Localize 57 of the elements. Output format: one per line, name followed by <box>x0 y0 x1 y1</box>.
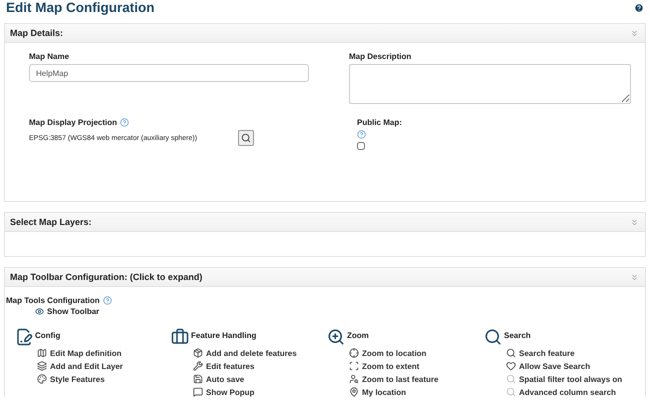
crosshair-icon <box>349 348 359 358</box>
search-icon <box>484 328 502 346</box>
palette-icon <box>37 374 47 384</box>
tool-option[interactable]: Search feature <box>519 348 575 358</box>
search-icon <box>506 374 516 384</box>
layers-icon <box>37 361 47 371</box>
tool-option[interactable]: Zoom to extent <box>362 362 420 370</box>
tool-option[interactable]: Add and delete features <box>206 348 297 358</box>
tool-option[interactable]: Auto save <box>206 374 244 384</box>
field-label: Map Display Projection <box>29 118 118 127</box>
collapse-icon[interactable] <box>630 28 639 38</box>
map-pin-icon <box>349 387 359 397</box>
search-icon <box>241 133 252 143</box>
tool-option[interactable]: My location <box>362 388 406 396</box>
section-header[interactable]: Map Details: <box>10 28 64 38</box>
section-header[interactable]: Map Toolbar Configuration: (Click to expand) <box>10 272 202 282</box>
lookup-button[interactable] <box>238 130 254 146</box>
tool-option[interactable]: Add and Edit Layer <box>50 362 123 370</box>
heart-icon <box>506 361 516 371</box>
person-search-icon <box>349 374 359 384</box>
collapse-icon[interactable] <box>630 218 639 226</box>
tool-option[interactable]: Allow Save Search <box>519 362 590 370</box>
tool-option[interactable]: Advanced column search <box>519 388 616 396</box>
tool-option[interactable]: Zoom to location <box>362 348 426 358</box>
tool-option[interactable]: Spatial filter tool always on <box>519 374 622 384</box>
description-field[interactable] <box>349 64 631 104</box>
search-icon <box>506 348 516 358</box>
save-icon <box>193 374 203 384</box>
group-title: Feature Handling <box>191 331 256 340</box>
field-label: Public Map: <box>357 118 403 127</box>
field-label: Map Description <box>349 52 412 61</box>
pen-document-icon <box>15 328 33 346</box>
zoom-in-icon <box>327 328 345 346</box>
field-label: Map Name <box>29 52 70 61</box>
public-map-checkbox[interactable] <box>357 142 365 150</box>
tool-option[interactable]: Zoom to last feature <box>362 374 438 384</box>
group-title: Config <box>35 331 60 340</box>
briefcase-icon <box>171 328 189 346</box>
group-title: Zoom <box>347 331 369 340</box>
map-name-field[interactable]: HelpMap <box>29 64 309 82</box>
scan-icon <box>349 361 359 371</box>
eye-icon <box>35 307 44 316</box>
tool-option[interactable]: Edit Map definition <box>50 348 122 358</box>
collapse-icon[interactable] <box>630 272 639 282</box>
page-title: Edit Map Configuration <box>6 0 154 15</box>
tools-label: Map Tools Configuration <box>6 296 100 305</box>
map-icon <box>37 348 47 358</box>
message-icon <box>193 387 203 397</box>
tool-option[interactable]: Show Popup <box>206 388 254 396</box>
search-icon <box>506 387 516 397</box>
section-header[interactable]: Select Map Layers: <box>10 217 92 227</box>
group-title: Search <box>504 331 531 340</box>
box-icon <box>193 348 203 358</box>
tool-option[interactable]: Edit features <box>206 362 254 370</box>
show-toolbar-label[interactable]: Show Toolbar <box>47 307 100 316</box>
tool-option[interactable]: Style Features <box>50 374 105 384</box>
wrench-icon <box>193 361 203 371</box>
